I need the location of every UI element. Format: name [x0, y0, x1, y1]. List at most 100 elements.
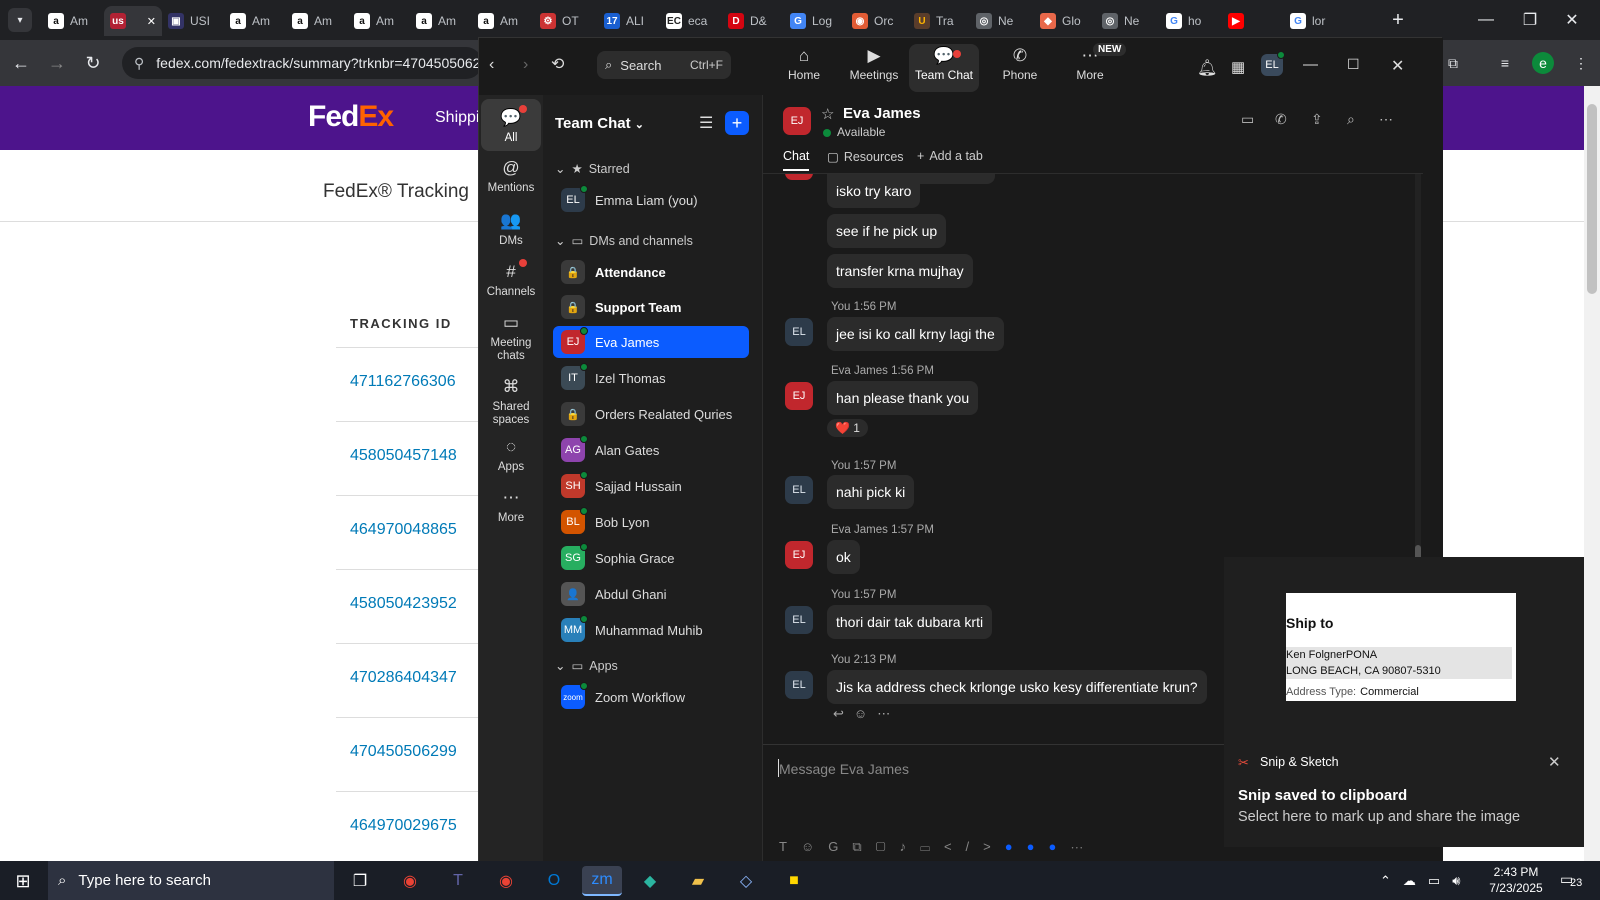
contact-avatar[interactable]: EJ: [783, 107, 811, 135]
team-chat-title[interactable]: Team Chat ⌄: [555, 115, 644, 132]
left-nav-apps[interactable]: ◌ Apps: [481, 434, 541, 474]
zoom-taskbar-icon[interactable]: zm: [582, 866, 622, 896]
browser-tab[interactable]: EC eca: [660, 6, 720, 36]
browser-tab[interactable]: ▣ USI: [162, 6, 222, 36]
browser-tab[interactable]: ◉ Orc: [846, 6, 906, 36]
left-nav-dms[interactable]: 👥 DMs: [481, 208, 541, 248]
message-bubble[interactable]: nahi pick ki: [827, 475, 915, 509]
minimize-browser-button[interactable]: —: [1464, 6, 1508, 34]
zoom-search-box[interactable]: ⌕ Search Ctrl+F: [597, 51, 731, 79]
close-browser-button[interactable]: ✕: [1550, 6, 1594, 34]
chat-tab-chat[interactable]: Chat: [783, 149, 810, 171]
starred-item-self[interactable]: EL Emma Liam (you): [553, 184, 749, 216]
dm-item[interactable]: MM Muhammad Muhib: [553, 614, 749, 646]
tracking-id-link[interactable]: 470450506299: [350, 743, 457, 761]
reaction-chip[interactable]: ❤️ 1: [827, 419, 868, 437]
top-nav-more[interactable]: ⋯ More NEW: [1055, 43, 1127, 92]
zoom-close-button[interactable]: ✕: [1391, 56, 1404, 76]
browser-tab[interactable]: Glor: [1284, 6, 1344, 36]
forward-button[interactable]: →: [46, 52, 68, 74]
sticky-notes-icon[interactable]: ■: [774, 866, 814, 896]
browser-tab[interactable]: ◎ Ne: [1096, 6, 1156, 36]
contact-name[interactable]: Eva James: [843, 105, 921, 122]
composer-toolbar[interactable]: T☺G⧉▢♪▭</>●●●⋯: [779, 839, 1239, 855]
dm-item[interactable]: BL Bob Lyon: [553, 506, 749, 538]
sender-avatar[interactable]: EL: [785, 671, 813, 699]
browser-tab[interactable]: ◎ Ne: [970, 6, 1030, 36]
share-screen-icon[interactable]: ⇪: [1311, 111, 1323, 128]
left-nav-all[interactable]: 💬 All: [481, 99, 541, 151]
section-dms-and-channels[interactable]: ⌄ ▭ DMs and channels: [555, 233, 693, 249]
dm-item[interactable]: SH Sajjad Hussain: [553, 470, 749, 502]
browser-tab[interactable]: ⚙ OT: [534, 6, 594, 36]
left-nav-more[interactable]: ⋯ More: [481, 485, 541, 525]
tab-search-dropdown[interactable]: ▾: [8, 8, 32, 32]
sender-avatar[interactable]: EL: [785, 606, 813, 634]
message-bubble[interactable]: jee isi ko call krny lagi the: [827, 317, 1004, 351]
message-input[interactable]: Message Eva James: [779, 761, 909, 777]
sender-avatar[interactable]: EL: [785, 318, 813, 346]
close-icon[interactable]: ✕: [1548, 753, 1561, 771]
forward-arrow-icon[interactable]: ›: [523, 56, 528, 74]
dm-item[interactable]: EJ Eva James: [553, 326, 749, 358]
top-nav-team-chat[interactable]: 💬 Team Chat: [909, 44, 979, 92]
section-starred[interactable]: ⌄ ★ Starred: [555, 161, 630, 177]
browser-tab[interactable]: U Tra: [908, 6, 968, 36]
site-info-icon[interactable]: ⚲: [134, 55, 144, 72]
fedex-logo[interactable]: FedEx: [308, 100, 394, 134]
channel-item[interactable]: 🔒 Support Team: [553, 291, 749, 323]
message-bubble[interactable]: Jis ka address check krlonge usko kesy d…: [827, 670, 1207, 704]
tab-close-icon[interactable]: ✕: [147, 15, 156, 28]
app-icon[interactable]: ◆: [630, 866, 670, 896]
dm-item[interactable]: 🔒 Orders Realated Quries: [553, 398, 749, 430]
filter-icon[interactable]: ☰: [699, 113, 713, 133]
search-icon[interactable]: ⌕: [1347, 111, 1355, 128]
snip-preview-image[interactable]: Ship to Ken FolgnerPONA LONG BEACH, CA 9…: [1286, 593, 1516, 701]
profile-avatar[interactable]: e: [1532, 52, 1554, 74]
dm-item[interactable]: 👤 Abdul Ghani: [553, 578, 749, 610]
browser-tab[interactable]: a Am: [42, 6, 102, 36]
video-call-icon[interactable]: ▭: [1241, 111, 1254, 128]
tracking-id-link[interactable]: 458050423952: [350, 595, 457, 613]
teams-icon[interactable]: T: [438, 866, 478, 896]
app-item-zoom-workflow[interactable]: zoom Zoom Workflow: [553, 681, 749, 713]
back-button[interactable]: ←: [10, 52, 32, 74]
chat-tab-add-a-tab[interactable]: + Add a tab: [917, 149, 983, 163]
message-bubble[interactable]: see if he pick up: [827, 214, 947, 248]
chrome-icon[interactable]: ◉: [390, 866, 430, 896]
browser-tab[interactable]: Gho: [1160, 6, 1220, 36]
section-apps[interactable]: ⌄ ▭ Apps: [555, 658, 618, 674]
browser-tab[interactable]: a Am: [472, 6, 532, 36]
browser-tab[interactable]: ▶: [1222, 6, 1282, 36]
channel-item[interactable]: 🔒 Attendance: [553, 256, 749, 288]
message-bubble[interactable]: thori dair tak dubara krti: [827, 605, 993, 639]
chevron-up-icon[interactable]: ⌃: [1380, 873, 1391, 889]
file-explorer-icon[interactable]: ▰: [678, 866, 718, 896]
browser-tab[interactable]: G Log: [784, 6, 844, 36]
phone-call-icon[interactable]: ✆: [1275, 111, 1287, 128]
history-icon[interactable]: ⟲: [551, 54, 564, 74]
sender-avatar[interactable]: EJ: [785, 541, 813, 569]
left-nav-shared-spaces[interactable]: ⌘ Shared spaces: [481, 374, 541, 427]
taskbar-clock[interactable]: 2:43 PM 7/23/2025: [1484, 864, 1548, 896]
chat-tab-resources[interactable]: ▢ Resources: [827, 149, 904, 165]
browser-tab[interactable]: a Am: [224, 6, 284, 36]
url-field[interactable]: ⚲ fedex.com/fedextrack/summary?trknbr=470…: [122, 47, 482, 79]
tracking-id-link[interactable]: 470286404347: [350, 669, 457, 687]
sender-avatar[interactable]: EJ: [785, 382, 813, 410]
left-nav-meeting-chats[interactable]: ▭ Meeting chats: [481, 310, 541, 363]
onedrive-icon[interactable]: ☁: [1403, 873, 1416, 889]
browser-tab[interactable]: 17 ALI: [598, 6, 658, 36]
star-icon[interactable]: ☆: [821, 105, 834, 123]
message-bubble[interactable]: transfer krna mujhay: [827, 254, 973, 288]
message-bubble[interactable]: han please thank you: [827, 381, 979, 415]
top-nav-meetings[interactable]: ▶ Meetings: [839, 44, 909, 92]
tracking-id-link[interactable]: 464970048865: [350, 521, 457, 539]
tracking-id-link[interactable]: 464970029675: [350, 817, 457, 835]
fedex-nav-shipping[interactable]: Shippi: [435, 109, 479, 127]
back-arrow-icon[interactable]: ‹: [489, 56, 494, 74]
dm-item[interactable]: SG Sophia Grace: [553, 542, 749, 574]
new-chat-button[interactable]: +: [725, 111, 749, 135]
top-nav-home[interactable]: ⌂ Home: [769, 44, 839, 92]
windows-start-icon[interactable]: ⊞: [8, 869, 38, 893]
